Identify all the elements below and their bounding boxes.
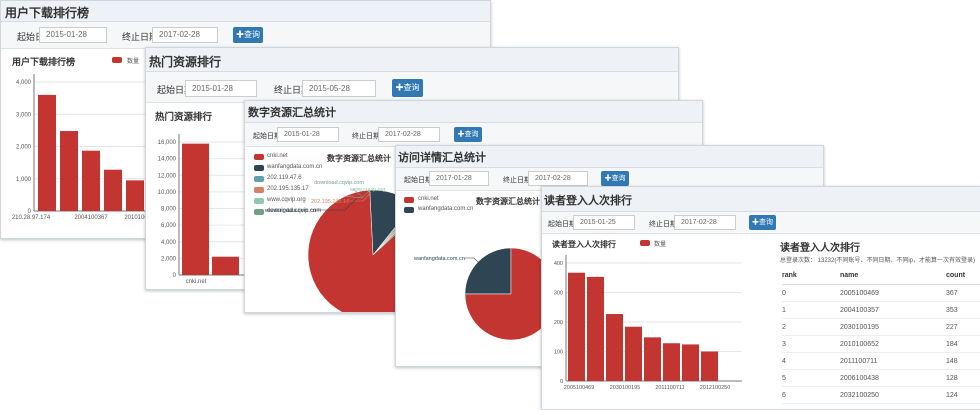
y-tick-label: 2,000 <box>161 256 177 262</box>
name-cell: 2030100195 <box>840 319 946 336</box>
count-cell: 148 <box>946 353 980 370</box>
name-cell: 2004100357 <box>840 302 946 319</box>
table-row: 42011100711148 <box>782 353 980 370</box>
slice-label: download.cqvip.com <box>314 180 364 186</box>
x-tick-label: 2012100250 <box>700 385 731 391</box>
bar <box>212 257 239 275</box>
count-cell: 184 <box>946 336 980 353</box>
y-tick-label: 3,000 <box>16 112 32 118</box>
x-tick-label: 2004100367 <box>74 215 108 221</box>
name-cell: 2012100740 <box>840 404 946 410</box>
column-header-count: count <box>946 267 980 285</box>
x-tick-label: cnki.net <box>186 279 207 285</box>
rank-cell: 2 <box>782 319 840 336</box>
bar <box>701 352 718 382</box>
table-row: 52006100438128 <box>782 370 980 387</box>
bar <box>104 170 122 211</box>
count-cell: 128 <box>946 370 980 387</box>
name-cell: 2010100652 <box>840 336 946 353</box>
rank-cell: 6 <box>782 387 840 404</box>
bar <box>82 151 100 211</box>
name-cell: 2006100438 <box>840 370 946 387</box>
count-cell: 367 <box>946 285 980 302</box>
y-tick-label: 0 <box>560 379 563 385</box>
y-tick-label: 8,000 <box>161 207 177 213</box>
bar <box>682 344 699 381</box>
ranking-table-note: 总登录次数： 13232(不同账号、不同日期、不同ip，才能算一次有效登录) <box>780 255 975 264</box>
rank-cell: 7 <box>782 404 840 410</box>
bar <box>568 273 585 381</box>
ranking-table: rank name count 020051004693671200410035… <box>782 267 980 410</box>
y-tick-label: 14,000 <box>158 157 177 163</box>
y-tick-label: 2,000 <box>16 145 32 151</box>
bar <box>663 343 680 381</box>
rank-cell: 3 <box>782 336 840 353</box>
y-tick-label: 300 <box>554 291 563 297</box>
count-cell: 227 <box>946 319 980 336</box>
count-cell: 124 <box>946 387 980 404</box>
ranking-table-title: 读者登入人次排行 <box>780 239 860 254</box>
y-tick-label: 200 <box>554 320 563 326</box>
table-row: 72012100740100 <box>782 404 980 410</box>
y-tick-label: 400 <box>554 261 563 267</box>
y-tick-label: 12,000 <box>158 173 177 179</box>
pie-slice <box>465 248 511 294</box>
rank-cell: 0 <box>782 285 840 302</box>
y-tick-label: 1,000 <box>16 177 32 183</box>
y-tick-label: 100 <box>554 350 563 356</box>
x-tick-label: 2005100469 <box>564 385 595 391</box>
x-tick-label: 210.28.97.174 <box>12 215 51 221</box>
table-row: 32010100652184 <box>782 336 980 353</box>
y-tick-label: 4,000 <box>16 80 32 86</box>
y-tick-label: 16,000 <box>158 140 177 146</box>
bar <box>587 277 604 381</box>
slice-label: www.cqvip.org <box>349 187 385 193</box>
x-tick-label: 2030100195 <box>610 385 641 391</box>
bar <box>182 144 209 275</box>
bar <box>60 131 78 211</box>
y-tick-label: 0 <box>173 273 177 279</box>
slice-label: wanfangdata.com.cn <box>264 208 316 214</box>
table-row: 22030100195227 <box>782 319 980 336</box>
table-row: 62032100250124 <box>782 387 980 404</box>
bar <box>126 180 144 211</box>
rank-cell: 1 <box>782 302 840 319</box>
column-header-rank: rank <box>782 267 840 285</box>
table-row: 02005100469367 <box>782 285 980 302</box>
column-header-name: name <box>840 267 946 285</box>
x-tick-label: 2011100711 <box>655 385 684 391</box>
bar <box>644 337 661 381</box>
name-cell: 2011100711 <box>840 353 946 370</box>
bar <box>38 95 56 211</box>
rank-cell: 4 <box>782 353 840 370</box>
table-header-row: rank name count <box>782 267 980 285</box>
reader-login-panel: 读者登入人次排行 起始日期 2015-01-25 终止日期 2017-02-28… <box>541 186 980 410</box>
y-tick-label: 4,000 <box>161 240 177 246</box>
count-cell: 100 <box>946 404 980 410</box>
bar-chart: 400 300 200 100 02005100469 2030100195 2011100… <box>542 187 767 409</box>
count-cell: 353 <box>946 302 980 319</box>
name-cell: 2032100250 <box>840 387 946 404</box>
bar <box>625 327 642 381</box>
slice-label: 202.195.135.17 <box>311 199 349 205</box>
y-tick-label: 6,000 <box>161 223 177 229</box>
slice-label: wanfangdata.com.cn <box>413 256 465 262</box>
y-tick-label: 10,000 <box>158 190 177 196</box>
rank-cell: 5 <box>782 370 840 387</box>
name-cell: 2005100469 <box>840 285 946 302</box>
bar <box>606 314 623 381</box>
table-row: 12004100357353 <box>782 302 980 319</box>
